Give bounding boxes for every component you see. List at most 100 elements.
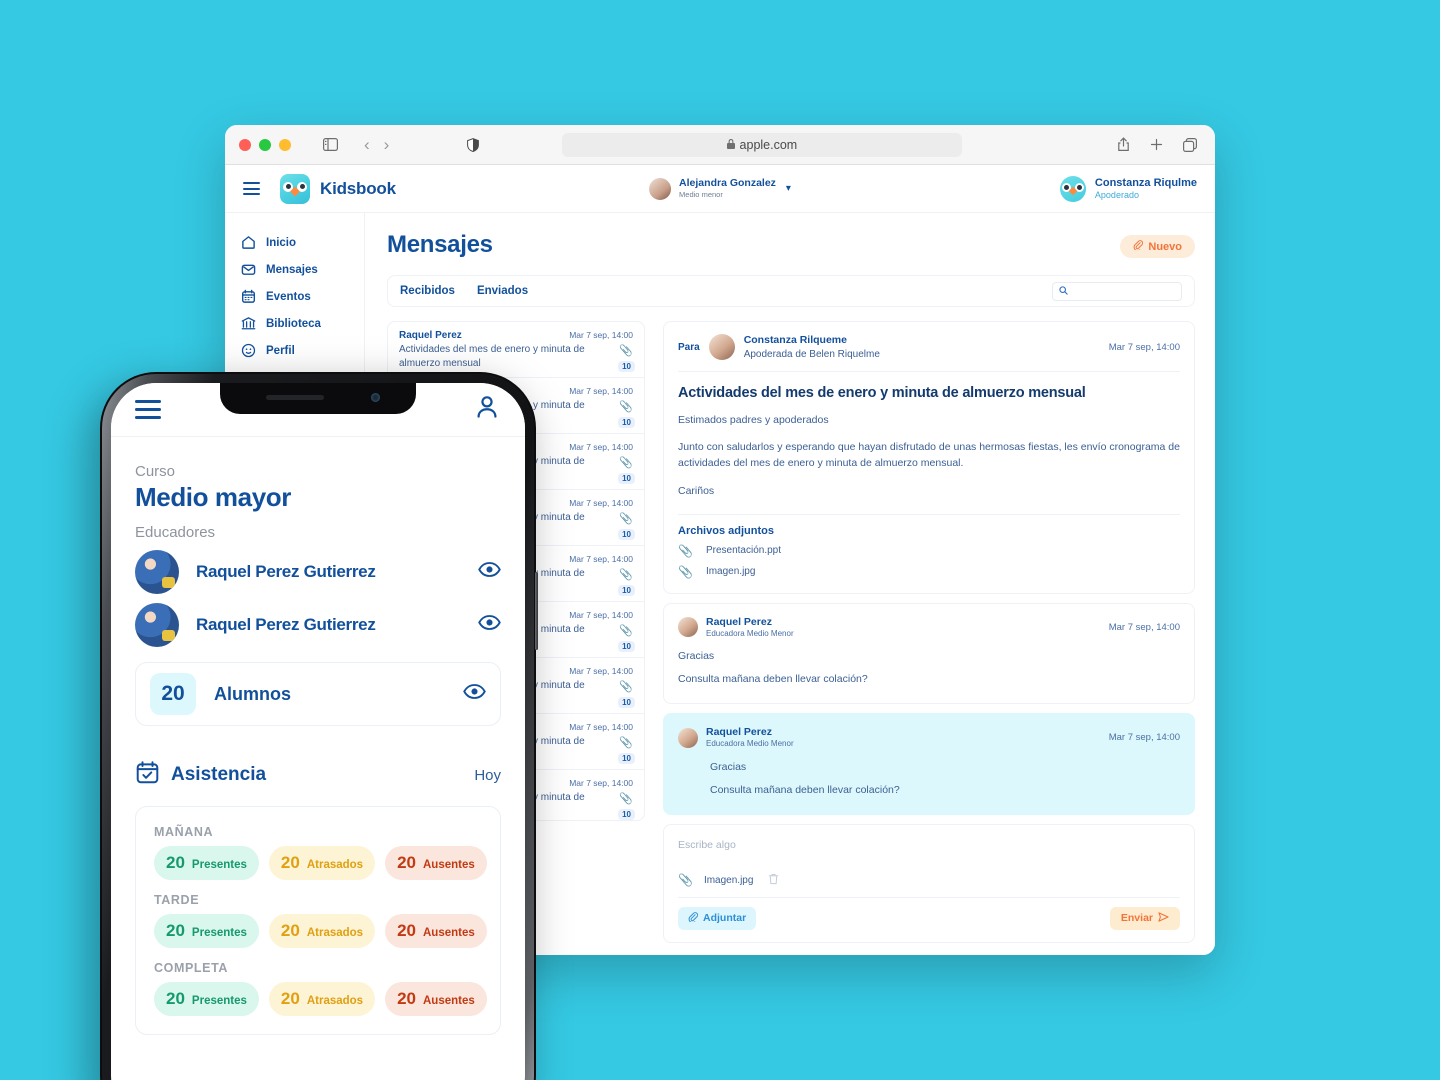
sidebar-label: Eventos <box>266 290 311 303</box>
reply-message: Raquel Perez Educadora Medio Menor Mar 7… <box>663 602 1195 705</box>
attendance-pill-presentes[interactable]: 20 Presentes <box>154 982 259 1016</box>
search-input[interactable] <box>1073 286 1175 296</box>
pill-label: Atrasados <box>306 859 364 871</box>
hamburger-icon[interactable] <box>135 400 161 419</box>
pill-label: Ausentes <box>423 927 475 939</box>
brand-name: Kidsbook <box>320 178 396 198</box>
chevron-down-icon[interactable]: ▾ <box>786 183 791 194</box>
tab-enviados[interactable]: Enviados <box>477 285 528 297</box>
paperclip-icon: 📎 <box>619 401 633 413</box>
paperclip-icon: 📎 <box>619 625 633 637</box>
address-bar[interactable]: apple.com <box>561 132 962 157</box>
educator-row[interactable]: Raquel Perez Gutierrez <box>135 603 501 647</box>
plus-icon[interactable] <box>1150 138 1163 151</box>
message-date: Mar 7 sep, 14:00 <box>569 386 633 396</box>
attendance-period[interactable]: Hoy <box>474 767 501 784</box>
search-box[interactable] <box>1052 281 1182 301</box>
message-date: Mar 7 sep, 14:00 <box>569 722 633 732</box>
paperclip-icon: 📎 <box>619 457 633 469</box>
sidebar-toggle-icon[interactable] <box>323 138 338 151</box>
close-window-button[interactable] <box>239 138 251 151</box>
maximize-window-button[interactable] <box>279 138 291 151</box>
attach-label: Adjuntar <box>703 912 747 925</box>
phone-mockup: Curso Medio mayor Educadores Raquel Pere… <box>100 372 538 1080</box>
attendance-title: Asistencia <box>171 764 267 785</box>
attachment-row[interactable]: 📎 Presentación.ppt <box>678 544 1180 558</box>
calendar-check-icon <box>135 760 160 790</box>
search-icon <box>1059 282 1068 300</box>
trash-icon[interactable] <box>768 873 779 888</box>
tab-recibidos[interactable]: Recibidos <box>400 285 455 297</box>
attach-button[interactable]: Adjuntar <box>678 906 757 930</box>
user-icon[interactable] <box>473 393 501 426</box>
reply-date: Mar 7 sep, 14:00 <box>1108 621 1180 633</box>
message-date: Mar 7 sep, 14:00 <box>569 610 633 620</box>
back-button[interactable]: ‹ <box>364 135 370 155</box>
course-label: Curso <box>135 463 176 480</box>
child-course: Medio menor <box>679 190 723 200</box>
browser-right-actions[interactable] <box>1117 137 1201 152</box>
compose-attachment: 📎 Imagen.jpg <box>678 873 1180 888</box>
educator-name: Raquel Perez Gutierrez <box>196 562 376 581</box>
phone-content: Curso Medio mayor Educadores Raquel Pere… <box>111 437 525 1035</box>
url-text: apple.com <box>739 137 798 152</box>
reader-mode-icon[interactable] <box>467 137 480 152</box>
educator-avatar <box>135 603 179 647</box>
compose-placeholder[interactable]: Escribe algo <box>678 839 1180 851</box>
pill-count: 20 <box>280 853 300 872</box>
attachment-name[interactable]: Imagen.jpg <box>706 566 755 577</box>
list-item[interactable]: Raquel Perez Mar 7 sep, 14:00 Actividade… <box>388 322 644 378</box>
attachment-name[interactable]: Presentación.ppt <box>706 545 781 556</box>
app-header: Kidsbook Alejandra Gonzalez Medio menor … <box>225 165 1215 213</box>
eye-icon[interactable] <box>478 561 501 583</box>
attendance-pill-presentes[interactable]: 20 Presentes <box>154 914 259 948</box>
child-avatar <box>649 177 672 200</box>
pill-count: 20 <box>166 921 185 940</box>
reply-line: Gracias <box>678 650 715 663</box>
tab-overview-icon[interactable] <box>1182 137 1197 152</box>
sidebar-label: Biblioteca <box>266 317 321 330</box>
attendance-pill-atrasados[interactable]: 20 Atrasados <box>268 914 376 948</box>
attendance-pill-atrasados[interactable]: 20 Atrasados <box>268 982 376 1016</box>
recipient-name: Constanza Rilqueme <box>743 334 847 346</box>
child-selector[interactable]: Alejandra Gonzalez Medio menor ▾ <box>649 177 791 200</box>
browser-nav-arrows[interactable]: ‹ › <box>364 135 389 155</box>
minimize-window-button[interactable] <box>259 138 271 151</box>
attendance-pill-ausentes[interactable]: 20 Ausentes <box>385 914 487 948</box>
attachment-count: 10 <box>618 585 635 596</box>
recipient-label: Para <box>678 341 700 353</box>
attendance-pill-ausentes[interactable]: 20 Ausentes <box>385 846 487 880</box>
send-button[interactable]: Enviar <box>1109 906 1180 930</box>
sidebar-item-eventos[interactable]: Eventos <box>241 283 364 310</box>
attachments-title: Archivos adjuntos <box>678 524 774 537</box>
window-traffic-lights[interactable] <box>239 138 291 151</box>
paperclip-icon: 📎 <box>619 345 633 357</box>
message-detail-card: Para Constanza Rilqueme Apoderada de Bel… <box>663 321 1195 594</box>
attendance-pill-atrasados[interactable]: 20 Atrasados <box>268 846 376 880</box>
eye-icon[interactable] <box>478 614 501 636</box>
library-icon <box>241 316 256 331</box>
share-icon[interactable] <box>1117 137 1130 152</box>
account-menu[interactable]: Constanza Riqulme Apoderado <box>1059 175 1197 202</box>
students-card[interactable]: 20 Alumnos <box>135 662 501 726</box>
phone-side-button[interactable] <box>535 572 538 650</box>
attachment-row[interactable]: 📎 Imagen.jpg <box>678 565 1180 579</box>
students-label: Alumnos <box>214 683 292 704</box>
forward-button[interactable]: › <box>384 135 390 155</box>
sidebar-item-perfil[interactable]: Perfil <box>241 337 364 364</box>
attached-file-name: Imagen.jpg <box>703 874 754 886</box>
attendance-pill-presentes[interactable]: 20 Presentes <box>154 846 259 880</box>
eye-icon[interactable] <box>463 683 486 705</box>
pill-count: 20 <box>397 921 416 940</box>
reply-avatar <box>678 727 698 748</box>
sidebar-item-inicio[interactable]: Inicio <box>241 229 364 256</box>
sidebar-item-biblioteca[interactable]: Biblioteca <box>241 310 364 337</box>
phone-notch <box>220 383 416 414</box>
brand[interactable]: Kidsbook <box>280 173 396 204</box>
attendance-pill-ausentes[interactable]: 20 Ausentes <box>385 982 487 1016</box>
educator-row[interactable]: Raquel Perez Gutierrez <box>135 550 501 594</box>
message-date: Mar 7 sep, 14:00 <box>569 442 633 452</box>
sidebar-item-mensajes[interactable]: Mensajes <box>241 256 364 283</box>
menu-toggle-icon[interactable] <box>243 182 260 195</box>
new-message-button[interactable]: Nuevo <box>1120 235 1195 258</box>
